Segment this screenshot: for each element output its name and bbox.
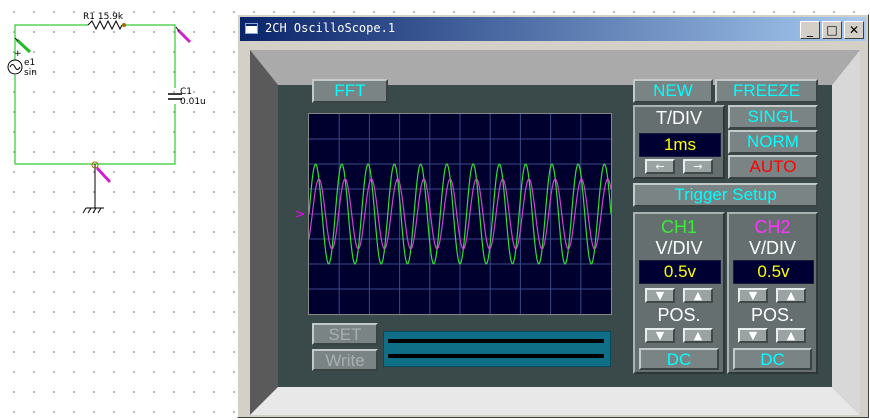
trigger-setup-button[interactable]: Trigger Setup: [633, 183, 818, 207]
ch1-vdiv-down-button[interactable]: ▼: [645, 288, 675, 303]
tdiv-increase-button[interactable]: →: [683, 159, 713, 174]
minimize-button[interactable]: _: [800, 21, 820, 39]
ch1-coupling-button[interactable]: DC: [639, 348, 719, 370]
source-name: e1: [24, 58, 35, 68]
record-track-2: [388, 354, 604, 358]
ch2-vdiv-value: 0.5v: [733, 260, 814, 284]
capacitor-name: C1: [180, 87, 192, 97]
norm-button[interactable]: NORM: [728, 130, 818, 154]
singl-button[interactable]: SINGL: [728, 105, 818, 129]
ch1-pos-up-button[interactable]: ▲: [683, 328, 713, 343]
ch1-title: CH1: [660, 217, 697, 237]
ch2-title: CH2: [754, 217, 791, 237]
oscilloscope-window[interactable]: 2CH OscilloScope.1 _ □ ✕ FFT > SET Write…: [237, 14, 869, 418]
schematic-canvas[interactable]: R1 15.9k + e1 sin C1 0.01u: [0, 0, 236, 230]
capacitor-value: 0.01u: [180, 97, 206, 107]
record-track-1: [388, 339, 604, 343]
auto-button[interactable]: AUTO: [728, 155, 818, 179]
source-plus: +: [14, 49, 22, 59]
trace-marker[interactable]: >: [295, 207, 305, 221]
maximize-button[interactable]: □: [822, 21, 842, 39]
ch2-vdiv-label: V/DIV: [748, 238, 796, 258]
source-type: sin: [24, 68, 37, 78]
record-progress-bar: [383, 331, 611, 367]
ch1-pos-down-button[interactable]: ▼: [645, 328, 675, 343]
resistor-r1[interactable]: [87, 19, 123, 31]
ch1-vdiv-value: 0.5v: [639, 260, 721, 284]
window-title: 2CH OscilloScope.1: [265, 21, 396, 35]
set-button[interactable]: SET: [312, 323, 378, 345]
probe-ch2-icon[interactable]: [175, 26, 192, 44]
tdiv-decrease-button[interactable]: ←: [645, 159, 675, 174]
freeze-button[interactable]: FREEZE: [715, 79, 818, 103]
title-bar[interactable]: 2CH OscilloScope.1 _ □ ✕: [240, 17, 866, 41]
window-icon: [245, 23, 258, 34]
ch2-coupling-button[interactable]: DC: [733, 348, 812, 370]
ch2-pos-up-button[interactable]: ▲: [776, 328, 806, 343]
ch2-panel: CH2 V/DIV 0.5v ▼ ▲ POS. ▼ ▲ DC: [727, 212, 818, 374]
ch2-pos-down-button[interactable]: ▼: [738, 328, 768, 343]
ch2-vdiv-up-button[interactable]: ▲: [776, 288, 806, 303]
tdiv-label: T/DIV: [655, 108, 702, 128]
resistor-label: R1 15.9k: [83, 12, 124, 22]
ch1-vdiv-label: V/DIV: [655, 238, 703, 258]
tdiv-panel: T/DIV 1ms ← →: [633, 105, 725, 179]
ch2-pos-label: POS.: [750, 305, 794, 325]
ch1-panel: CH1 V/DIV 0.5v ▼ ▲ POS. ▼ ▲ DC: [633, 212, 725, 374]
fft-button[interactable]: FFT: [312, 79, 388, 103]
write-button[interactable]: Write: [312, 349, 378, 371]
tdiv-value: 1ms: [639, 133, 721, 157]
voltage-source-e1[interactable]: [7, 59, 23, 75]
scope-display[interactable]: [308, 113, 612, 315]
scope-trace-canvas: [308, 114, 612, 314]
ch1-vdiv-up-button[interactable]: ▲: [683, 288, 713, 303]
new-button[interactable]: NEW: [633, 79, 713, 103]
ch1-pos-label: POS.: [657, 305, 701, 325]
node-dot: [122, 23, 126, 27]
close-button[interactable]: ✕: [844, 21, 864, 39]
circuit-wires: [14, 24, 176, 165]
ch2-vdiv-down-button[interactable]: ▼: [738, 288, 768, 303]
